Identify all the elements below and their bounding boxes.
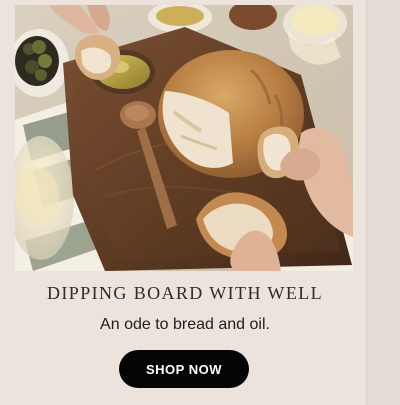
shop-now-button[interactable]: SHOP NOW (119, 350, 249, 388)
right-side-panel (366, 0, 400, 405)
product-title: DIPPING BOARD WITH WELL (46, 283, 324, 303)
hero-photo (15, 5, 353, 271)
hero-image[interactable] (15, 5, 353, 271)
product-tagline: An ode to bread and oil. (100, 316, 270, 333)
product-card-page: DIPPING BOARD WITH WELL An ode to bread … (0, 0, 400, 405)
